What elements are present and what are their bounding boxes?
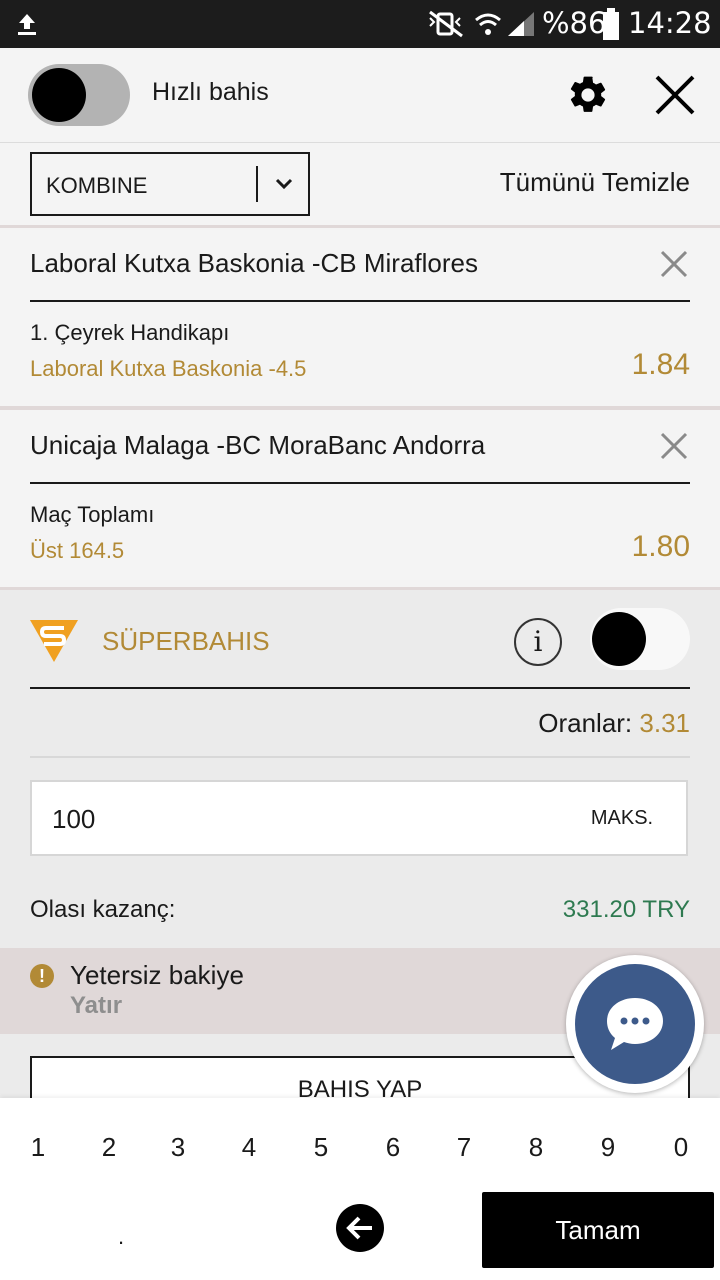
- remove-bet-icon[interactable]: [658, 430, 690, 462]
- key-7[interactable]: 7: [444, 1132, 484, 1163]
- clear-all-link[interactable]: Tümünü Temizle: [500, 167, 690, 198]
- key-5[interactable]: 5: [301, 1132, 341, 1163]
- deposit-link[interactable]: Yatır: [70, 992, 122, 1020]
- vibrate-mute-icon: [429, 10, 463, 38]
- chat-button[interactable]: [566, 955, 704, 1093]
- total-odds-value: 3.31: [639, 708, 690, 738]
- toggle-knob: [32, 68, 86, 122]
- bet-card: Laboral Kutxa Baskonia -CB Miraflores 1.…: [0, 228, 720, 406]
- chat-circle: [575, 964, 695, 1084]
- key-decimal[interactable]: .: [118, 1224, 124, 1250]
- bet-type-value: KOMBINE: [46, 173, 148, 198]
- clock: 14:28: [628, 6, 712, 40]
- quick-bet-label: Hızlı bahis: [152, 78, 269, 106]
- max-stake-button[interactable]: MAKS.: [558, 780, 688, 856]
- chat-bubble-icon: [607, 998, 663, 1050]
- match-title: Laboral Kutxa Baskonia -CB Miraflores: [30, 248, 478, 278]
- selection-odds: 1.80: [631, 530, 690, 563]
- divider: [30, 482, 690, 484]
- bet-type-select[interactable]: KOMBINE: [30, 152, 310, 216]
- market-name: Maç Toplamı: [30, 502, 155, 527]
- key-9[interactable]: 9: [588, 1132, 628, 1163]
- divider: [30, 756, 690, 758]
- battery-icon: [603, 8, 619, 40]
- status-bar: %86 14:28: [0, 0, 720, 48]
- divider: [30, 300, 690, 302]
- alert-title: Yetersiz bakiye: [70, 960, 244, 990]
- quick-bet-toggle[interactable]: [28, 64, 130, 126]
- key-0[interactable]: 0: [661, 1132, 701, 1163]
- stake-input[interactable]: 100: [30, 780, 560, 856]
- superbahis-logo-icon: [30, 620, 78, 662]
- divider: [30, 687, 690, 689]
- done-button[interactable]: Tamam: [482, 1192, 714, 1268]
- selection-odds: 1.84: [631, 348, 690, 381]
- key-8[interactable]: 8: [516, 1132, 556, 1163]
- market-name: 1. Çeyrek Handikapı: [30, 320, 230, 345]
- bet-card: Unicaja Malaga -BC MoraBanc Andorra Maç …: [0, 410, 720, 588]
- selection-name: Laboral Kutxa Baskonia -4.5: [30, 356, 307, 381]
- bet-type-row: KOMBINE Tümünü Temizle: [0, 143, 720, 229]
- match-title: Unicaja Malaga -BC MoraBanc Andorra: [30, 430, 486, 460]
- potential-win-label: Olası kazanç:: [30, 896, 176, 923]
- gear-icon[interactable]: [566, 73, 610, 117]
- bet-slip-header: Hızlı bahis: [0, 48, 720, 144]
- warning-icon: !: [30, 964, 54, 988]
- chevron-down-icon: [275, 178, 293, 190]
- select-divider: [256, 166, 258, 202]
- wifi-icon: [475, 13, 501, 35]
- close-icon[interactable]: [654, 74, 696, 116]
- battery-percent: %86: [542, 6, 607, 40]
- arrow-left-icon: [346, 1216, 372, 1240]
- total-odds-label: Oranlar:: [538, 708, 633, 738]
- toggle-knob: [592, 612, 646, 666]
- selection-name: Üst 164.5: [30, 538, 125, 563]
- stake-value: 100: [52, 804, 96, 834]
- potential-win-value: 331.20 TRY: [562, 896, 690, 923]
- info-icon[interactable]: i: [514, 618, 562, 666]
- key-4[interactable]: 4: [229, 1132, 269, 1163]
- superbahis-title: SÜPERBAHIS: [102, 626, 270, 656]
- remove-bet-icon[interactable]: [658, 248, 690, 280]
- superbahis-toggle[interactable]: [590, 608, 690, 670]
- key-2[interactable]: 2: [89, 1132, 129, 1163]
- upload-icon: [18, 14, 36, 35]
- key-6[interactable]: 6: [373, 1132, 413, 1163]
- numeric-keypad: 1 2 3 4 5 6 7 8 9 0 . Tamam: [0, 1098, 720, 1280]
- key-1[interactable]: 1: [18, 1132, 58, 1163]
- total-odds: Oranlar: 3.31: [538, 708, 690, 739]
- signal-icon: [508, 12, 534, 36]
- key-3[interactable]: 3: [158, 1132, 198, 1163]
- backspace-button[interactable]: [336, 1204, 384, 1252]
